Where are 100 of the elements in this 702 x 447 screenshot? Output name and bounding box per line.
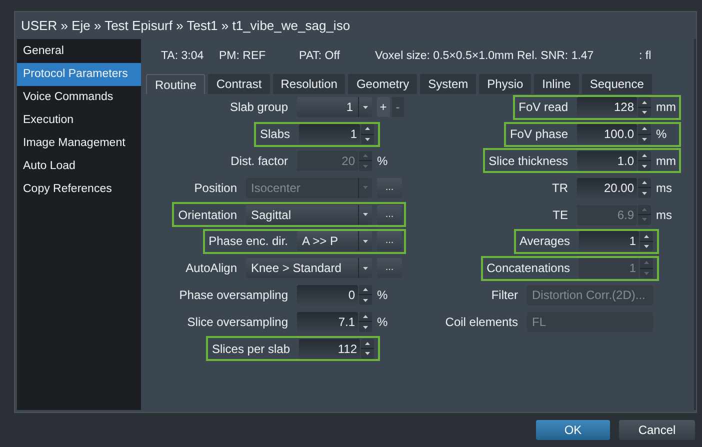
number-field[interactable]: 1	[299, 124, 360, 144]
remove-button[interactable]: -	[392, 97, 404, 118]
down-arrow-icon	[644, 245, 649, 248]
field-label: Dist. factor	[230, 152, 289, 170]
up-arrow-icon	[642, 154, 647, 158]
decrement-button[interactable]	[359, 295, 372, 305]
tab[interactable]: Physio	[479, 74, 532, 94]
field-label: Slice thickness	[488, 152, 569, 170]
info-text: PM: REF	[219, 49, 267, 64]
sidebar-item[interactable]: Protocol Parameters	[17, 63, 141, 86]
tab[interactable]: Inline	[534, 74, 579, 94]
info-text: PAT: Off	[299, 49, 341, 64]
tab[interactable]: System	[420, 74, 476, 94]
field-label: Slab group	[230, 99, 289, 116]
down-arrow-icon	[644, 272, 649, 275]
sidebar-item[interactable]: General	[17, 40, 141, 63]
up-arrow-icon	[644, 234, 649, 238]
up-arrow-icon	[363, 154, 368, 158]
down-arrow-icon	[363, 326, 368, 329]
unit-label: %	[377, 314, 388, 331]
down-arrow-icon	[363, 298, 368, 302]
tab[interactable]: Contrast	[208, 74, 270, 94]
increment-button[interactable]	[359, 312, 372, 322]
field-label: Slice oversampling	[187, 314, 289, 331]
unit-label: %	[656, 126, 667, 144]
field-label: Coil elements	[445, 314, 519, 331]
info-text: Rel. SNR: 1.47	[517, 49, 595, 64]
decrement-button[interactable]	[359, 322, 372, 332]
number-field[interactable]: 1	[579, 231, 639, 252]
decrement-button[interactable]	[361, 349, 374, 359]
decrement-button[interactable]	[638, 188, 651, 198]
down-arrow-icon	[365, 352, 370, 356]
dropdown[interactable]: A >> P	[297, 231, 372, 252]
field-label: Phase oversampling	[179, 286, 289, 304]
increment-button[interactable]	[361, 338, 374, 350]
up-arrow-icon	[365, 342, 370, 345]
number-field[interactable]: 20.00	[577, 178, 637, 198]
tab[interactable]: Sequence	[582, 74, 652, 94]
field-label: Concatenations	[486, 260, 571, 278]
up-arrow-icon	[365, 127, 370, 130]
unit-label: %	[377, 152, 388, 170]
sidebar-item[interactable]: Execution	[17, 109, 141, 132]
down-arrow-icon	[642, 218, 647, 222]
field-label: FoV phase	[510, 126, 569, 144]
tab[interactable]: Geometry	[348, 74, 418, 94]
field-label: TR	[552, 180, 569, 197]
down-arrow-icon	[642, 138, 647, 141]
up-arrow-icon	[642, 208, 647, 211]
sidebar-item[interactable]: Auto Load	[17, 155, 141, 178]
field-label: Averages	[520, 233, 571, 250]
increment-button[interactable]	[638, 124, 651, 135]
sidebar-item[interactable]: Image Management	[17, 132, 141, 155]
field-label: AutoAlign	[186, 260, 238, 278]
unit-label: ms	[656, 206, 672, 224]
field-label: Filter	[491, 286, 519, 304]
field-label: Slabs	[260, 126, 291, 144]
field-label: Slices per slab	[212, 340, 291, 358]
down-arrow-icon	[363, 164, 368, 168]
increment-button[interactable]	[359, 284, 372, 296]
tab[interactable]: Resolution	[272, 74, 346, 94]
decrement-button[interactable]	[638, 161, 651, 171]
down-arrow-icon	[363, 240, 368, 243]
number-field[interactable]: 0	[297, 284, 358, 305]
tab[interactable]: Routine	[146, 74, 206, 94]
increment-button[interactable]	[638, 97, 651, 108]
unit-label: mm	[656, 152, 676, 170]
unit-label: %	[377, 286, 388, 304]
more-button[interactable]: ...	[377, 231, 402, 252]
ok-button[interactable]: OK	[536, 420, 610, 440]
field-label: Phase enc. dir.	[208, 233, 289, 250]
more-button[interactable]: ...	[377, 258, 402, 278]
dropdown[interactable]: Knee > Standard	[246, 258, 372, 278]
number-field[interactable]: 112	[299, 338, 360, 359]
dropdown[interactable]: 1	[297, 97, 372, 118]
up-arrow-icon	[642, 100, 647, 104]
info-text: : fl	[639, 49, 652, 64]
more-button[interactable]: ...	[377, 204, 402, 225]
readonly-field: FL	[527, 312, 653, 332]
up-arrow-icon	[642, 127, 647, 130]
down-arrow-icon	[365, 138, 370, 141]
down-arrow-icon	[363, 266, 368, 270]
number-field[interactable]: 100.0	[577, 124, 637, 144]
increment-button[interactable]	[361, 124, 374, 135]
number-field[interactable]: 128	[577, 97, 637, 118]
increment-button[interactable]	[638, 150, 651, 162]
dropdown[interactable]: Sagittal	[246, 204, 372, 225]
number-field[interactable]: 7.1	[297, 312, 358, 332]
increment-button[interactable]	[640, 231, 653, 242]
field-label: FoV read	[518, 99, 569, 116]
readonly-field: Distortion Corr.(2D)...	[527, 284, 653, 305]
unit-label: mm	[656, 99, 676, 116]
sidebar-item[interactable]: Voice Commands	[17, 86, 141, 109]
field-label: TE	[552, 206, 569, 224]
down-arrow-icon	[363, 106, 368, 109]
up-arrow-icon	[363, 315, 368, 318]
cancel-button[interactable]: Cancel	[619, 420, 695, 440]
add-button[interactable]: +	[377, 97, 390, 118]
sidebar-item[interactable]: Copy References	[17, 178, 141, 201]
increment-button[interactable]	[638, 178, 651, 188]
number-field[interactable]: 1.0	[577, 150, 637, 171]
